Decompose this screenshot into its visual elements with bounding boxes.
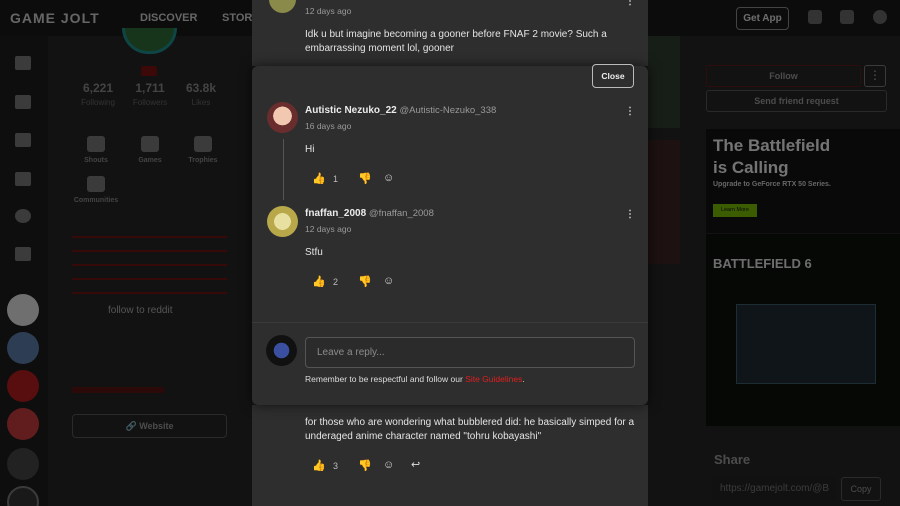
dislike-icon[interactable]: 👎 bbox=[358, 172, 372, 185]
my-avatar bbox=[266, 335, 297, 366]
comment-menu-icon[interactable]: ⋮ bbox=[625, 106, 635, 118]
comment-handle: @Autistic-Nezuko_338 bbox=[399, 105, 497, 116]
comment-menu-icon[interactable]: ⋮ bbox=[625, 0, 635, 8]
like-count: 3 bbox=[333, 461, 339, 471]
comment-avatar[interactable] bbox=[267, 206, 298, 237]
comment-avatar[interactable] bbox=[267, 102, 298, 133]
dislike-icon[interactable]: 👎 bbox=[358, 275, 372, 288]
reply-icon[interactable]: ↩ bbox=[411, 458, 420, 471]
comment-author[interactable]: fnaffan_2008 @fnaffan_2008 bbox=[305, 208, 434, 219]
comment-date: 12 days ago bbox=[305, 6, 352, 16]
like-icon[interactable]: 👍 bbox=[312, 459, 326, 472]
comment-handle: @fnaffan_2008 bbox=[368, 208, 434, 219]
app-root: GAME JOLT DISCOVER STORE Get App 6,221 F… bbox=[0, 0, 900, 506]
close-button[interactable]: Close bbox=[592, 64, 634, 88]
site-guidelines-link[interactable]: Site Guidelines bbox=[465, 374, 522, 384]
comment-text: for those who are wondering what bubbler… bbox=[305, 417, 635, 442]
comment-menu-icon[interactable]: ⋮ bbox=[625, 209, 635, 221]
divider bbox=[252, 322, 648, 323]
like-icon[interactable]: 👍 bbox=[312, 172, 326, 185]
reply-input[interactable]: Leave a reply... bbox=[305, 337, 635, 368]
like-icon[interactable]: 👍 bbox=[312, 275, 326, 288]
thread-line bbox=[283, 139, 284, 200]
dislike-icon[interactable]: 👎 bbox=[358, 459, 372, 472]
like-count: 2 bbox=[333, 277, 339, 287]
comment-author[interactable]: Autistic Nezuko_22 @Autistic-Nezuko_338 bbox=[305, 105, 496, 116]
comment-text: Idk u but imagine becoming a gooner befo… bbox=[305, 29, 607, 54]
comment-date: 16 days ago bbox=[305, 121, 352, 131]
guidelines-note: Remember to be respectful and follow our… bbox=[305, 374, 525, 384]
comment-date: 12 days ago bbox=[305, 224, 352, 234]
add-reaction-icon[interactable]: ☺ bbox=[383, 459, 394, 471]
comment-text: Hi bbox=[305, 144, 315, 155]
add-reaction-icon[interactable]: ☺ bbox=[383, 172, 394, 184]
like-count: 1 bbox=[333, 174, 339, 184]
add-reaction-icon[interactable]: ☺ bbox=[383, 275, 394, 287]
comment-text: Stfu bbox=[305, 247, 323, 258]
